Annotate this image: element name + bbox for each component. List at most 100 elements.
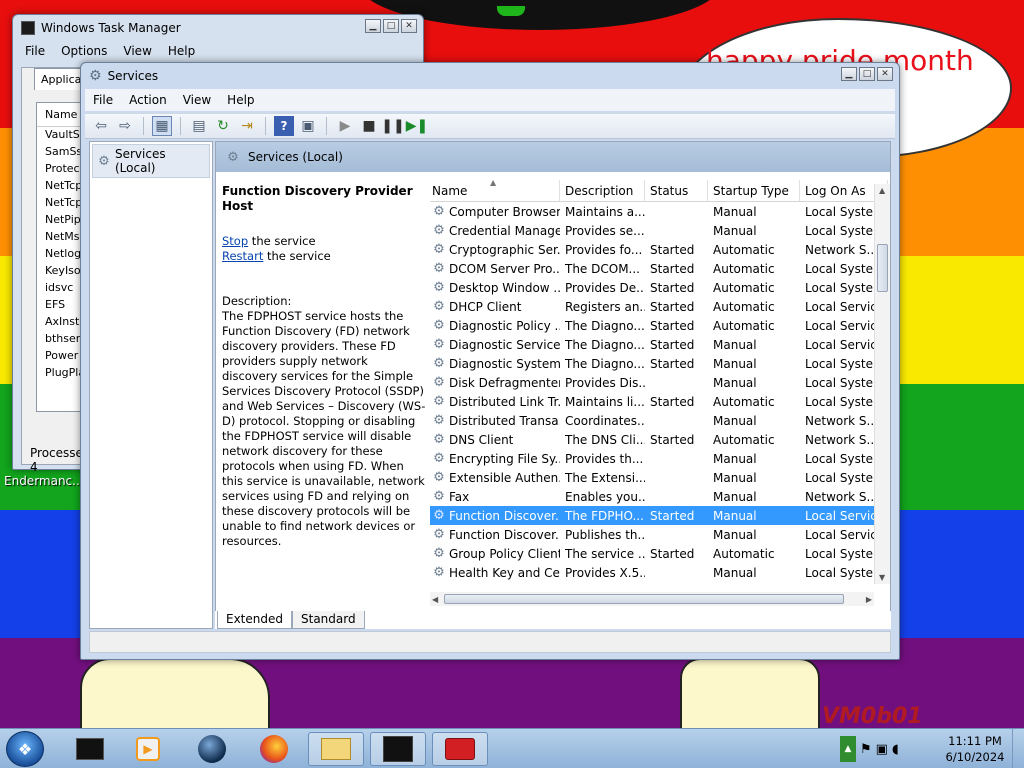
network-icon[interactable]: ▣ bbox=[876, 742, 888, 757]
table-row[interactable]: ⚙ Desktop Window ... Provides De... Started… bbox=[430, 278, 890, 297]
action-pane-icon[interactable]: ▣ bbox=[298, 116, 318, 136]
export-list-icon[interactable]: ⇥ bbox=[237, 116, 257, 136]
table-row[interactable]: ⚙ Function Discover... The FDPHO... Started… bbox=[430, 506, 890, 525]
service-name-cell: ⚙ Cryptographic Ser... bbox=[430, 243, 560, 257]
horizontal-scrollbar[interactable]: ◀ ▶ bbox=[430, 592, 874, 606]
scroll-right-icon[interactable]: ▶ bbox=[866, 595, 872, 604]
volume-icon[interactable]: ◖ bbox=[892, 742, 899, 757]
close-button[interactable]: ✕ bbox=[877, 67, 893, 81]
service-name: Diagnostic Service... bbox=[449, 337, 560, 352]
taskbar-item-internet[interactable] bbox=[184, 732, 240, 766]
table-row[interactable]: ⚙ DCOM Server Pro... The DCOM... Started Aut… bbox=[430, 259, 890, 278]
tab-standard[interactable]: Standard bbox=[292, 611, 365, 629]
gear-icon: ⚙ bbox=[433, 337, 445, 352]
task-manager-titlebar[interactable]: Windows Task Manager bbox=[13, 15, 423, 41]
scroll-left-icon[interactable]: ◀ bbox=[432, 595, 438, 604]
tree-item-services-local[interactable]: ⚙ Services (Local) bbox=[92, 144, 210, 178]
desktop-icon-label[interactable]: Endermanc... bbox=[4, 474, 84, 488]
taskbar-item-explorer[interactable] bbox=[308, 732, 364, 766]
table-row[interactable]: ⚙ Health Key and Ce... Provides X.5... Manu… bbox=[430, 563, 890, 582]
forward-arrow-icon[interactable]: ⇨ bbox=[115, 116, 135, 136]
properties-icon[interactable]: ▤ bbox=[189, 116, 209, 136]
gear-icon: ⚙ bbox=[433, 280, 445, 295]
table-row[interactable]: ⚙ Diagnostic Service... The Diagno... Start… bbox=[430, 335, 890, 354]
table-row[interactable]: ⚙ Distributed Transa... Coordinates... Manu… bbox=[430, 411, 890, 430]
table-row[interactable]: ⚙ Group Policy Client The service ... Start… bbox=[430, 544, 890, 563]
table-row[interactable]: ⚙ Extensible Authen... The Extensi... Manua… bbox=[430, 468, 890, 487]
taskbar-item-media-player[interactable]: ▶ bbox=[120, 732, 176, 766]
help-icon[interactable]: ? bbox=[274, 116, 294, 136]
vertical-scroll-thumb[interactable] bbox=[877, 244, 888, 292]
service-startup-type: Manual bbox=[713, 470, 757, 485]
console-tree-icon[interactable]: ▦ bbox=[152, 116, 172, 136]
table-row[interactable]: ⚙ DHCP Client Registers an... Started Automa… bbox=[430, 297, 890, 316]
table-row[interactable]: ⚙ Fax Enables you... Manual Network S... bbox=[430, 487, 890, 506]
taskbar-clock[interactable]: 11:11 PM 6/10/2024 bbox=[942, 733, 1008, 765]
table-row[interactable]: ⚙ Credential Manager Provides se... Manual L… bbox=[430, 221, 890, 240]
service-startup-type: Automatic bbox=[713, 299, 775, 314]
table-row[interactable]: ⚙ Function Discover... Publishes th... Manu… bbox=[430, 525, 890, 544]
tab-extended[interactable]: Extended bbox=[217, 611, 292, 629]
service-status: Started bbox=[650, 394, 695, 409]
scroll-up-icon[interactable]: ▲ bbox=[879, 186, 885, 195]
maximize-button[interactable]: □ bbox=[859, 67, 875, 81]
column-header-startup-type[interactable]: Startup Type bbox=[708, 180, 800, 201]
terminal-icon bbox=[76, 738, 104, 760]
table-row[interactable]: ⚙ Cryptographic Ser... Provides fo... Start… bbox=[430, 240, 890, 259]
scroll-down-icon[interactable]: ▼ bbox=[879, 573, 885, 582]
taskbar-item-task-manager[interactable] bbox=[370, 732, 426, 766]
pause-service-icon[interactable]: ❚❚ bbox=[381, 116, 404, 136]
column-header-description[interactable]: Description bbox=[560, 180, 645, 201]
close-button[interactable]: ✕ bbox=[401, 19, 417, 33]
menu-options[interactable]: Options bbox=[53, 44, 115, 58]
minimize-button[interactable]: ▁ bbox=[841, 67, 857, 81]
wallpaper-figure-left bbox=[80, 658, 270, 738]
services-window[interactable]: ⚙ Services ▁ □ ✕ File Action View Help ⇦… bbox=[80, 62, 900, 660]
start-button[interactable]: ❖ bbox=[6, 731, 44, 767]
restart-service-icon[interactable]: ▶❚ bbox=[406, 116, 429, 136]
clock-date: 6/10/2024 bbox=[945, 750, 1005, 764]
refresh-icon[interactable]: ↻ bbox=[213, 116, 233, 136]
menu-help[interactable]: Help bbox=[219, 93, 262, 107]
taskbar-item-terminal[interactable] bbox=[62, 732, 118, 766]
menu-action[interactable]: Action bbox=[121, 93, 175, 107]
table-row[interactable]: ⚙ Diagnostic Policy ... The Diagno... Start… bbox=[430, 316, 890, 335]
service-status: Started bbox=[650, 318, 695, 333]
services-titlebar[interactable]: ⚙ Services bbox=[81, 63, 899, 89]
gear-icon: ⚙ bbox=[433, 470, 445, 485]
table-row[interactable]: ⚙ DNS Client The DNS Cli... Started Automati… bbox=[430, 430, 890, 449]
horizontal-scroll-thumb[interactable] bbox=[444, 594, 844, 604]
service-status: Started bbox=[650, 356, 695, 371]
service-description: Maintains a... bbox=[565, 204, 645, 219]
stop-service-link[interactable]: Stop bbox=[222, 234, 248, 248]
table-row[interactable]: ⚙ Disk Defragmenter Provides Dis... Manual L… bbox=[430, 373, 890, 392]
service-startup-type: Automatic bbox=[713, 261, 775, 276]
table-row[interactable]: ⚙ Distributed Link Tr... Maintains li... St… bbox=[430, 392, 890, 411]
show-desktop-button[interactable] bbox=[1012, 729, 1024, 768]
vertical-scrollbar[interactable]: ▲ ▼ bbox=[874, 184, 890, 584]
menu-view[interactable]: View bbox=[175, 93, 219, 107]
gear-icon: ⚙ bbox=[227, 149, 239, 165]
table-row[interactable]: ⚙ Encrypting File Sy... Provides th... Manu… bbox=[430, 449, 890, 468]
menu-file[interactable]: File bbox=[85, 93, 121, 107]
taskbar-item-services[interactable] bbox=[432, 732, 488, 766]
restart-suffix: the service bbox=[263, 249, 331, 263]
maximize-button[interactable]: □ bbox=[383, 19, 399, 33]
menu-file[interactable]: File bbox=[17, 44, 53, 58]
table-row[interactable]: ⚙ Computer Browser Maintains a... Manual Loc… bbox=[430, 202, 890, 221]
taskbar-item-firefox[interactable] bbox=[246, 732, 302, 766]
start-service-icon[interactable]: ▶ bbox=[335, 116, 355, 136]
action-center-icon[interactable]: ⚑ bbox=[860, 742, 872, 757]
stop-service-icon[interactable]: ■ bbox=[359, 116, 379, 136]
show-hidden-icons-button[interactable]: ▲ bbox=[840, 736, 856, 762]
gear-icon: ⚙ bbox=[433, 356, 445, 371]
column-header-status[interactable]: Status bbox=[645, 180, 708, 201]
minimize-button[interactable]: ▁ bbox=[365, 19, 381, 33]
restart-service-link[interactable]: Restart bbox=[222, 249, 263, 263]
menu-help[interactable]: Help bbox=[160, 44, 203, 58]
menu-view[interactable]: View bbox=[115, 44, 159, 58]
folder-icon bbox=[321, 738, 351, 760]
back-arrow-icon[interactable]: ⇦ bbox=[91, 116, 111, 136]
task-manager-app-icon bbox=[21, 21, 35, 35]
table-row[interactable]: ⚙ Diagnostic System... The Diagno... Starte… bbox=[430, 354, 890, 373]
